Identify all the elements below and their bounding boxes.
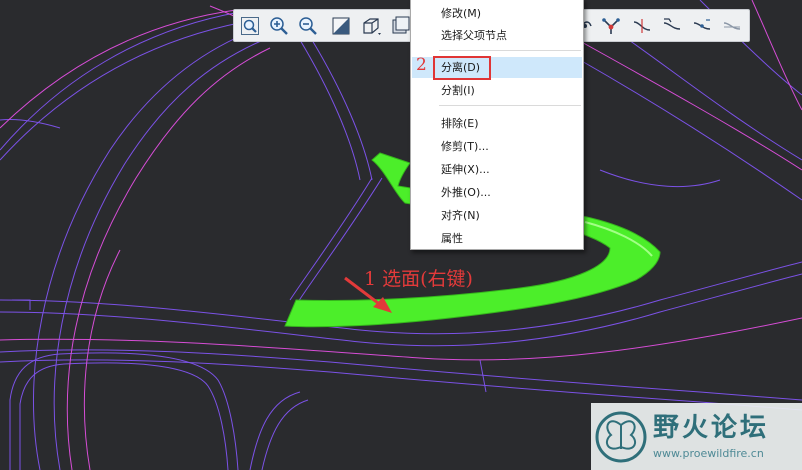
curve-node-icon[interactable] (600, 15, 622, 37)
menu-item-exclude[interactable]: 排除(E) (412, 113, 582, 134)
menu-item-modify[interactable]: 修改(M) (412, 3, 582, 24)
step-2-label: 2 (416, 55, 427, 75)
watermark-title: 野火论坛 (653, 413, 770, 443)
zoom-in-icon[interactable] (268, 15, 290, 37)
menu-item-extend[interactable]: 延伸(X)... (412, 159, 582, 180)
curve-transition-icon[interactable] (661, 15, 683, 37)
forum-watermark: 野火论坛 www.proewildfire.cn (591, 403, 802, 470)
butterfly-logo-icon (595, 411, 647, 463)
menu-item-split[interactable]: 分割(I) (412, 80, 582, 101)
menu-item-select-parent-node[interactable]: 选择父项节点 (412, 25, 582, 46)
zoom-out-icon[interactable] (297, 15, 319, 37)
menu-separator (439, 50, 581, 51)
reorient-icon[interactable] (330, 15, 352, 37)
step-1-label: 1 选面(右键) (364, 268, 473, 290)
curve-split-icon[interactable] (691, 15, 713, 37)
menu-item-align[interactable]: 对齐(N) (412, 205, 582, 226)
menu-item-properties[interactable]: 属性 (412, 228, 582, 249)
saved-views-icon[interactable] (389, 15, 411, 37)
display-style-icon[interactable] (360, 15, 382, 37)
menu-item-trim[interactable]: 修剪(T)... (412, 136, 582, 157)
curve-edit-icon[interactable] (631, 15, 653, 37)
menu-separator (439, 105, 581, 106)
context-menu: 修改(M) 选择父项节点 分离(D) 分割(I) 排除(E) 修剪(T)... … (410, 0, 584, 250)
curve-trim-icon[interactable] (721, 15, 743, 37)
zoom-fit-icon[interactable] (239, 15, 261, 37)
watermark-url: www.proewildfire.cn (653, 447, 764, 460)
cad-viewport[interactable] (0, 0, 802, 470)
menu-item-detach[interactable]: 分离(D) (412, 57, 582, 78)
menu-item-extrapolate[interactable]: 外推(O)... (412, 182, 582, 203)
